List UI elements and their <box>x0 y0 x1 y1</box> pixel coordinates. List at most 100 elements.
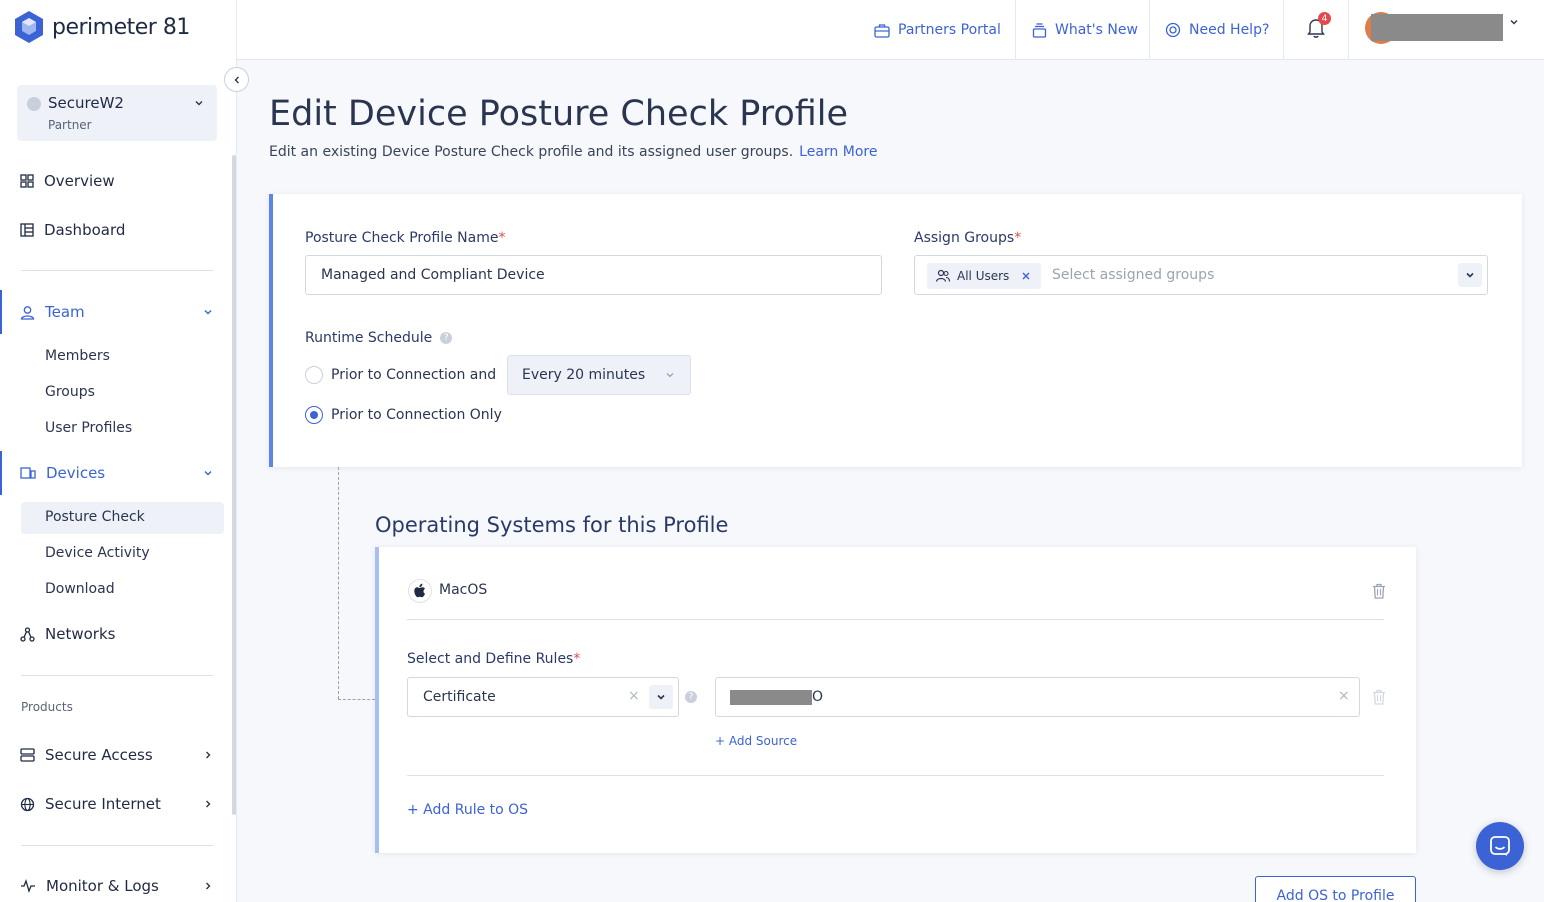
nav-user-profiles[interactable]: User Profiles <box>45 420 132 436</box>
partners-portal-label: Partners Portal <box>898 22 1001 38</box>
radio-prior-and-periodic-label: Prior to Connection and <box>331 367 497 383</box>
lifebuoy-icon <box>1165 22 1181 38</box>
interval-select[interactable]: Every 20 minutes <box>507 355 691 395</box>
devices-active-bar <box>0 451 2 495</box>
connector-line <box>338 699 375 700</box>
nav-dashboard[interactable]: Dashboard <box>20 221 125 239</box>
nav-groups[interactable]: Groups <box>45 384 95 400</box>
apple-logo-icon <box>414 583 425 598</box>
add-source-link[interactable]: + Add Source <box>715 734 797 748</box>
rule-dropdown-button[interactable] <box>649 685 673 709</box>
connector-line <box>338 467 339 699</box>
org-role: Partner <box>48 118 92 132</box>
chevron-down-icon[interactable] <box>202 467 214 479</box>
users-icon <box>935 269 951 282</box>
need-help-link[interactable]: Need Help? <box>1165 0 1269 60</box>
clear-source-icon[interactable]: × <box>1338 688 1350 704</box>
whats-new-link[interactable]: What's New <box>1032 0 1138 60</box>
apple-icon <box>408 579 432 603</box>
group-chip-label: All Users <box>957 269 1010 283</box>
nav-team-label: Team <box>45 303 85 321</box>
nav-secure-internet[interactable]: Secure Internet <box>20 795 161 813</box>
chevron-down-icon <box>195 101 203 106</box>
activity-icon <box>21 879 35 893</box>
sidebar-scrollbar[interactable] <box>232 155 236 815</box>
nav-monitor-logs[interactable]: Monitor & Logs <box>20 877 159 895</box>
clear-rule-icon[interactable]: × <box>628 688 640 704</box>
top-bar: Partners Portal What's New Need Help? 4 … <box>237 0 1544 60</box>
page-subtitle-text: Edit an existing Device Posture Check pr… <box>269 144 794 160</box>
collapse-sidebar-button[interactable] <box>224 67 249 92</box>
add-os-button[interactable]: Add OS to Profile <box>1255 876 1416 902</box>
chevron-right-icon[interactable] <box>202 798 214 810</box>
help-icon[interactable]: ? <box>685 691 697 703</box>
nav-devices-label: Devices <box>46 464 106 482</box>
org-globe-icon <box>27 97 41 111</box>
nav-team[interactable]: Team <box>20 303 85 321</box>
groups-placeholder: Select assigned groups <box>1052 267 1215 283</box>
team-active-bar <box>0 290 2 334</box>
chevron-down-icon[interactable] <box>202 306 214 318</box>
source-input[interactable]: O × <box>715 677 1360 717</box>
radio-prior-and-periodic[interactable] <box>305 366 323 384</box>
briefcase-icon <box>874 23 890 38</box>
assign-groups-select[interactable]: All Users Select assigned groups <box>914 255 1488 295</box>
groups-dropdown-button[interactable] <box>1458 263 1482 287</box>
dashboard-icon <box>20 223 34 237</box>
interval-select-value: Every 20 minutes <box>522 367 646 383</box>
os-section-title: Operating Systems for this Profile <box>375 513 729 537</box>
brand-name: perimeter 81 <box>52 14 190 40</box>
trash-icon[interactable] <box>1372 583 1386 599</box>
org-name: SecureW2 <box>48 94 124 112</box>
nav-overview-label: Overview <box>44 172 115 190</box>
topbar-separator <box>1015 0 1016 60</box>
radio-prior-only[interactable] <box>305 406 323 424</box>
nav-overview[interactable]: Overview <box>20 172 115 190</box>
chat-launcher-button[interactable] <box>1476 822 1524 870</box>
topbar-separator <box>1348 0 1349 60</box>
os-card: MacOS Select and Define Rules* Certifica… <box>375 547 1416 853</box>
profile-name-label: Posture Check Profile Name* <box>305 230 506 246</box>
chevron-right-icon[interactable] <box>202 880 214 892</box>
topbar-separator <box>1149 0 1150 60</box>
nav-networks[interactable]: Networks <box>20 625 115 643</box>
chevron-left-icon <box>234 76 239 83</box>
whats-new-label: What's New <box>1055 22 1138 38</box>
nav-secure-internet-label: Secure Internet <box>45 795 161 813</box>
network-icon <box>20 626 35 642</box>
source-value-suffix: O <box>812 689 824 705</box>
brand-logo[interactable]: perimeter 81 <box>14 10 190 44</box>
add-rule-link[interactable]: + Add Rule to OS <box>407 802 528 818</box>
profile-name-input[interactable]: Managed and Compliant Device <box>305 255 882 295</box>
os-name: MacOS <box>439 582 488 598</box>
help-icon[interactable]: ? <box>440 332 453 344</box>
topbar-separator <box>1283 0 1284 60</box>
devices-icon <box>20 467 36 479</box>
nav-secure-access[interactable]: Secure Access <box>20 746 153 764</box>
remove-chip-icon[interactable] <box>1019 269 1033 283</box>
perimeter81-logo-icon <box>15 11 43 43</box>
nav-devices[interactable]: Devices <box>20 464 105 482</box>
nav-members[interactable]: Members <box>45 348 110 364</box>
trash-icon[interactable] <box>1372 689 1386 705</box>
nav-posture-check[interactable]: Posture Check <box>45 509 145 525</box>
chevron-down-icon <box>1466 272 1474 278</box>
group-chip: All Users <box>927 263 1042 289</box>
assign-groups-label: Assign Groups* <box>914 230 1022 246</box>
rule-type-value: Certificate <box>423 689 496 705</box>
sidebar-divider <box>21 845 213 846</box>
learn-more-link[interactable]: Learn More <box>799 144 877 160</box>
need-help-label: Need Help? <box>1189 22 1270 38</box>
nav-device-activity[interactable]: Device Activity <box>45 545 150 561</box>
sidebar-divider <box>21 270 213 271</box>
chevron-right-icon[interactable] <box>202 749 214 761</box>
org-switcher[interactable]: SecureW2 Partner <box>17 85 217 141</box>
rule-type-select[interactable]: Certificate × <box>407 677 679 717</box>
sidebar: perimeter 81 SecureW2 Partner Overview D… <box>0 0 237 902</box>
profile-settings-card: Posture Check Profile Name* Managed and … <box>269 194 1522 467</box>
nav-download[interactable]: Download <box>45 581 115 597</box>
chat-icon <box>1490 836 1510 856</box>
chevron-down-icon[interactable] <box>1508 16 1520 28</box>
partners-portal-link[interactable]: Partners Portal <box>874 0 1001 60</box>
nav-networks-label: Networks <box>45 625 116 643</box>
